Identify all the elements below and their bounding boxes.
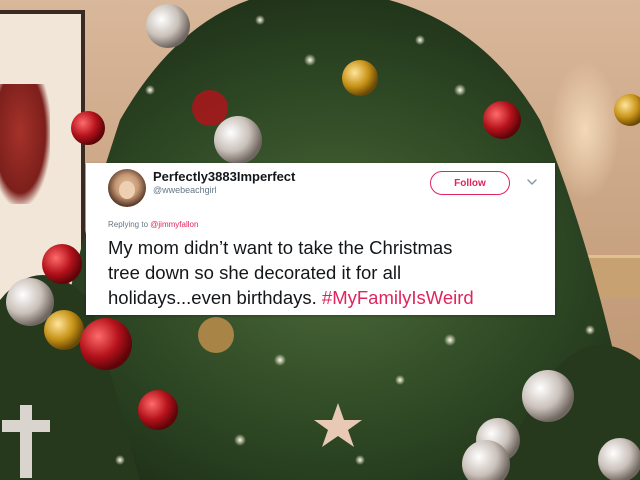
avatar[interactable] <box>108 169 146 207</box>
display-name[interactable]: Perfectly3883Imperfect <box>153 169 295 184</box>
tweet-text-line-2: tree down so she decorated it for all <box>108 262 402 283</box>
hashtag-link[interactable]: #MyFamilyIsWeird <box>322 287 474 308</box>
tweet-text-line-1: My mom didn’t want to take the Christmas <box>108 237 453 258</box>
tweet-text: My mom didn’t want to take the Christmas… <box>108 235 548 310</box>
follow-button[interactable]: Follow <box>430 171 510 195</box>
tweet-card: Perfectly3883Imperfect @wwebeachgirl Fol… <box>86 163 555 315</box>
reply-context: Replying to @jimmyfallon <box>108 220 198 229</box>
avatar-face <box>119 181 135 199</box>
tweet-text-line-3-plain: holidays...even birthdays. <box>108 287 317 308</box>
reply-prefix: Replying to <box>108 220 149 229</box>
reply-mention-link[interactable]: @jimmyfallon <box>150 220 198 229</box>
tweet-text-line-3: holidays...even birthdays. #MyFamilyIsWe… <box>108 285 548 310</box>
chevron-down-icon[interactable] <box>526 176 538 188</box>
user-handle[interactable]: @wwebeachgirl <box>153 185 217 195</box>
